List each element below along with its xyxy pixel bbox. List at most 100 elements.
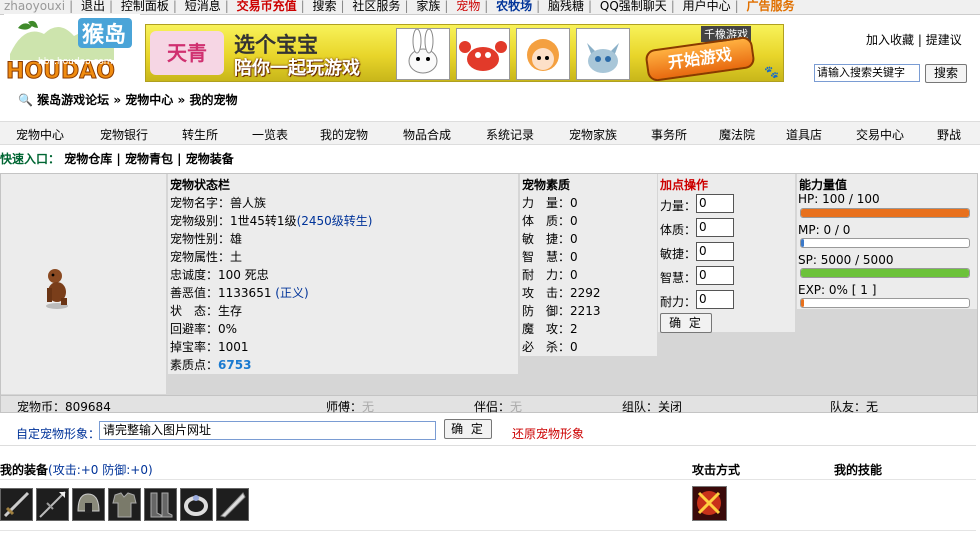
bunny-icon bbox=[396, 28, 450, 80]
community-link[interactable]: 社区服务 bbox=[348, 0, 404, 13]
nav-my-pet[interactable]: 我的宠物 bbox=[320, 126, 368, 143]
suggest-link[interactable]: 提建议 bbox=[926, 33, 962, 47]
sword-icon[interactable] bbox=[0, 488, 33, 521]
partner: 伴侣：无 bbox=[474, 400, 523, 414]
agility-input[interactable]: 0 bbox=[696, 242, 734, 261]
team: 组队：关闭 bbox=[622, 400, 683, 414]
status-row: 状 态：生存 bbox=[170, 304, 243, 318]
mp-label: MP: 0 / 0 bbox=[798, 223, 851, 237]
equipment-header: 我的装备(攻击:+0 防御:+0) bbox=[0, 463, 153, 477]
pet-link[interactable]: 宠物 bbox=[452, 0, 484, 13]
control-panel-link[interactable]: 控制面板 bbox=[117, 0, 173, 13]
logout-link[interactable]: 退出 bbox=[77, 0, 109, 13]
status-row: 宠物性别：雄 bbox=[170, 232, 243, 246]
nav-trade-center[interactable]: 交易中心 bbox=[856, 126, 904, 143]
status-row: 宠物级别：1世45转1级(2450级转生) bbox=[170, 214, 373, 228]
custom-image-confirm-button[interactable]: 确 定 bbox=[444, 419, 492, 439]
search-input[interactable]: 请输入搜索关键字 bbox=[814, 64, 920, 82]
family-link[interactable]: 家族 bbox=[412, 0, 444, 13]
skills-label: 我的技能 bbox=[834, 463, 883, 477]
strength-input[interactable]: 0 bbox=[696, 194, 734, 213]
search-link[interactable]: 搜索 bbox=[309, 0, 341, 13]
exp-bar-fill bbox=[801, 299, 805, 307]
wisdom-input[interactable]: 0 bbox=[696, 266, 734, 285]
pet-portrait bbox=[46, 269, 68, 309]
addpoint-label: 力量： bbox=[660, 199, 697, 213]
status-row: 宠物属性：土 bbox=[170, 250, 243, 264]
nav-rebirth[interactable]: 转生所 bbox=[182, 126, 218, 143]
ring-icon[interactable] bbox=[180, 488, 213, 521]
search-button[interactable]: 搜索 bbox=[925, 64, 967, 83]
ad-service-link[interactable]: 广告服务 bbox=[743, 0, 799, 13]
quality-row: 敏 捷：0 bbox=[522, 232, 578, 246]
status-row: 善恶值：1133651 (正义) bbox=[170, 286, 309, 300]
attack-mode-label: 攻击方式 bbox=[692, 463, 741, 477]
sp-label: SP: 5000 / 5000 bbox=[798, 253, 894, 267]
nav-pet-bank[interactable]: 宠物银行 bbox=[100, 126, 148, 143]
nav-system-log[interactable]: 系统记录 bbox=[486, 126, 534, 143]
main-nav: 宠物中心 宠物银行 转生所 一览表 我的宠物 物品合成 系统记录 宠物家族 事务… bbox=[0, 121, 980, 145]
pet-coin: 宠物币：809684 bbox=[17, 400, 111, 414]
quality-row: 力 量：0 bbox=[522, 196, 578, 210]
lance-icon[interactable] bbox=[36, 488, 69, 521]
blade-icon[interactable] bbox=[216, 488, 249, 521]
quality-title: 宠物素质 bbox=[522, 178, 571, 192]
svg-text:bbs.houdao.com: bbs.houdao.com bbox=[38, 57, 113, 67]
divider bbox=[0, 530, 976, 531]
mp-bar bbox=[800, 238, 970, 248]
qq-chat-link[interactable]: QQ强制聊天 bbox=[596, 0, 671, 13]
sp-bar-fill bbox=[801, 269, 969, 277]
ad-banner[interactable]: 天青 选个宝宝 陪你一起玩游戏 千橡游戏 开始游戏 🐾 bbox=[145, 24, 784, 82]
quality-row: 体 质：0 bbox=[522, 214, 578, 228]
divider bbox=[0, 479, 976, 480]
nav-pet-family[interactable]: 宠物家族 bbox=[569, 126, 617, 143]
start-game-button[interactable]: 开始游戏 bbox=[644, 35, 756, 81]
quick-entry-label: 快速入口： bbox=[0, 152, 61, 166]
addpoint-label: 耐力： bbox=[660, 295, 697, 309]
image-url-input[interactable]: 请完整输入图片网址 bbox=[99, 421, 436, 440]
candy-link[interactable]: 脑残糖 bbox=[544, 0, 588, 13]
recharge-link[interactable]: 交易币充值 bbox=[233, 0, 301, 13]
quick-link-bag[interactable]: 宠物青包 bbox=[125, 152, 173, 166]
pet-panel: 宠物状态栏 宠物名字：兽人族 宠物级别：1世45转1级(2450级转生) 宠物性… bbox=[0, 173, 978, 397]
hp-bar-fill bbox=[801, 209, 969, 217]
info-bar: 宠物币：809684 师傅：无 伴侣：无 组队：关闭 队友：无 bbox=[0, 395, 978, 414]
quick-link-warehouse[interactable]: 宠物仓库 bbox=[64, 152, 112, 166]
nav-item-synthesis[interactable]: 物品合成 bbox=[403, 126, 451, 143]
addpoint-confirm-button[interactable]: 确 定 bbox=[660, 313, 712, 333]
attack-skill-icon[interactable] bbox=[692, 486, 727, 521]
banner-subtitle: 陪你一起玩游戏 bbox=[234, 58, 360, 79]
nav-field-battle[interactable]: 野战 bbox=[937, 126, 961, 143]
nav-office[interactable]: 事务所 bbox=[651, 126, 687, 143]
quality-row: 智 慧：0 bbox=[522, 250, 578, 264]
user-center-link[interactable]: 用户中心 bbox=[679, 0, 735, 13]
top-bar: zhaoyouxi | 退出 | 控制面板 | 短消息 | 交易币充值 | 搜索 | 社区服… bbox=[0, 0, 980, 15]
endurance-input[interactable]: 0 bbox=[696, 290, 734, 309]
cat-icon bbox=[576, 28, 630, 80]
messages-link[interactable]: 短消息 bbox=[181, 0, 225, 13]
breadcrumb-current: 我的宠物 bbox=[189, 93, 238, 107]
master: 师傅：无 bbox=[326, 400, 375, 414]
quick-entry: 快速入口： 宠物仓库 | 宠物青包 | 宠物装备 bbox=[0, 152, 234, 166]
site-logo[interactable]: 猴岛 HOUDAO bbs.houdao.com bbox=[4, 14, 140, 85]
status-row: 掉宝率：1001 bbox=[170, 340, 249, 354]
helmet-icon[interactable] bbox=[72, 488, 105, 521]
addpoint-label: 智慧： bbox=[660, 271, 697, 285]
boots-icon[interactable] bbox=[144, 488, 177, 521]
breadcrumb-center[interactable]: 宠物中心 bbox=[125, 93, 173, 107]
exp-label: EXP: 0% [ 1 ] bbox=[798, 283, 877, 297]
farm-link[interactable]: 农牧场 bbox=[492, 0, 536, 13]
restore-image-link[interactable]: 还原宠物形象 bbox=[512, 425, 584, 442]
status-row: 回避率：0% bbox=[170, 322, 238, 336]
add-favorite-link[interactable]: 加入收藏 bbox=[866, 33, 914, 47]
quick-link-equipment[interactable]: 宠物装备 bbox=[186, 152, 234, 166]
nav-magic-hall[interactable]: 魔法院 bbox=[719, 126, 755, 143]
status-column: 宠物状态栏 宠物名字：兽人族 宠物级别：1世45转1级(2450级转生) 宠物性… bbox=[168, 174, 518, 374]
armor-icon[interactable] bbox=[108, 488, 141, 521]
breadcrumb-home[interactable]: 猴岛游戏论坛 bbox=[37, 93, 109, 107]
divider bbox=[0, 445, 976, 446]
constitution-input[interactable]: 0 bbox=[696, 218, 734, 237]
nav-item-shop[interactable]: 道具店 bbox=[786, 126, 822, 143]
nav-pet-center[interactable]: 宠物中心 bbox=[16, 126, 64, 143]
nav-overview[interactable]: 一览表 bbox=[252, 126, 288, 143]
